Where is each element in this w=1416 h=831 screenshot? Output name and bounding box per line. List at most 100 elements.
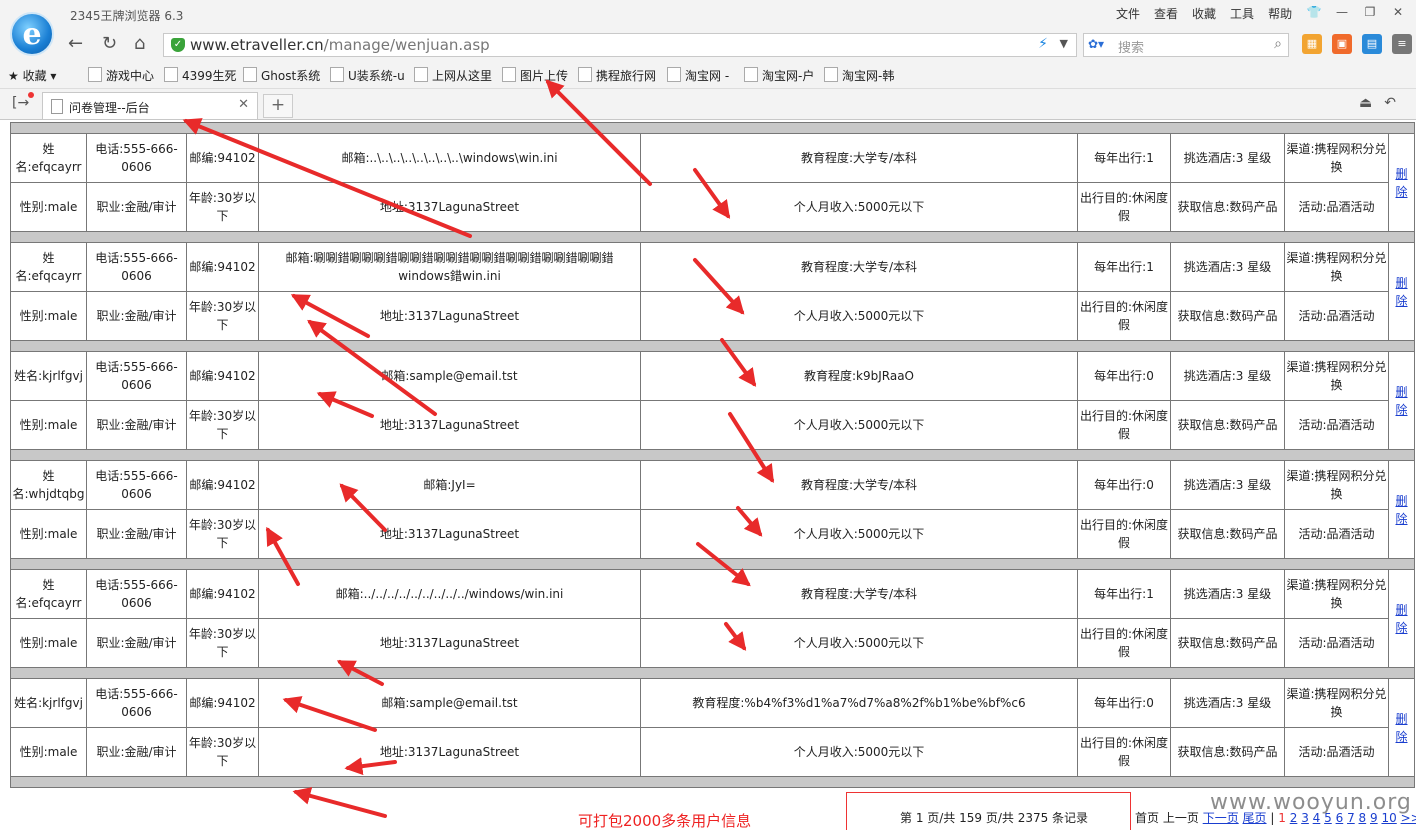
table-cell: 获取信息:数码产品 (1170, 618, 1285, 668)
bookmark-item[interactable]: 淘宝网-户 (744, 67, 814, 84)
record-separator (9, 340, 1416, 352)
delete-link[interactable]: 删除 (1396, 492, 1408, 528)
delete-cell: 删除 (1387, 242, 1416, 341)
table-cell: 渠道:携程网积分兑换 (1284, 242, 1389, 292)
undo-icon[interactable]: ↶ (1384, 95, 1408, 111)
back-icon[interactable]: ← (68, 33, 83, 54)
bookmark-item[interactable]: U装系统-u (330, 67, 405, 84)
table-cell: 每年出行:1 (1077, 133, 1171, 183)
bookmark-item[interactable]: 淘宝网 - (667, 67, 729, 84)
secure-shield-icon: ✓ (171, 38, 185, 52)
table-cell: 每年出行:0 (1077, 678, 1171, 728)
search-box[interactable]: ✿▾ 搜索 ⌕ (1083, 33, 1289, 57)
menu-item-favorites[interactable]: 收藏 (1192, 5, 1216, 22)
table-cell: 姓名:whjdtqbg (10, 460, 87, 510)
bookmark-item[interactable]: 淘宝网-韩 (824, 67, 894, 84)
browser-logo-icon[interactable]: e (10, 12, 54, 56)
home-icon[interactable]: ⌂ (134, 33, 145, 54)
delete-cell: 删除 (1387, 569, 1416, 668)
table-cell: 姓名:efqcayrr (10, 133, 87, 183)
search-input[interactable]: 搜索 (1118, 37, 1144, 56)
table-cell: 个人月收入:5000元以下 (640, 400, 1078, 450)
delete-link[interactable]: 删除 (1396, 601, 1408, 637)
table-cell: 电话:555-666-0606 (86, 678, 187, 728)
image-icon[interactable]: ▣ (1332, 34, 1352, 54)
address-url[interactable]: www.etraveller.cn/manage/wenjuan.asp (190, 36, 490, 54)
tab-tools: ⏏↶ (1359, 95, 1408, 111)
address-bar[interactable]: ✓ www.etraveller.cn/manage/wenjuan.asp ⚡… (163, 33, 1077, 57)
bookmark-item[interactable]: 图片上传 (502, 67, 568, 84)
table-row: 性别:male 职业:金融/审计 年龄:30岁以下 地址:3137LagunaStre… (10, 618, 1415, 668)
table-cell: 活动:品酒活动 (1284, 400, 1389, 450)
bookmark-item[interactable]: 4399生死 (164, 67, 237, 84)
minimize-icon[interactable]: — (1330, 2, 1354, 22)
new-tab-button[interactable]: + (263, 94, 293, 118)
restore-icon[interactable]: ❐ (1358, 2, 1382, 22)
sidebar-toggle-icon[interactable]: [→ (12, 92, 34, 111)
table-row: 性别:male 职业:金融/审计 年龄:30岁以下 地址:3137LagunaStre… (10, 400, 1415, 450)
bookmark-item[interactable]: 游戏中心 (88, 67, 154, 84)
delete-cell: 删除 (1387, 678, 1416, 777)
survey-records-table: 姓名:efqcayrr 电话:555-666-0606 邮编:94102 邮箱:..\… (9, 122, 1416, 788)
menu-item-view[interactable]: 查看 (1154, 5, 1178, 22)
page-content: 姓名:efqcayrr 电话:555-666-0606 邮编:94102 邮箱:..\… (0, 120, 1416, 830)
table-cell: 教育程度:大学专/本科 (640, 460, 1078, 510)
menu-item-file[interactable]: 文件 (1116, 5, 1140, 22)
table-cell: 教育程度:k9bJRaaO (640, 351, 1078, 401)
tab-active[interactable]: 问卷管理--后台 ✕ (42, 92, 258, 119)
delete-link[interactable]: 删除 (1396, 274, 1408, 310)
bookmark-item[interactable]: Ghost系统 (243, 67, 320, 84)
table-cell: 性别:male (10, 291, 87, 341)
bookmark-item[interactable]: 上网从这里 (414, 67, 492, 84)
table-cell: 出行目的:休闲度假 (1077, 618, 1171, 668)
table-cell: 每年出行:0 (1077, 460, 1171, 510)
menu-icon[interactable]: ≡ (1392, 34, 1412, 54)
table-cell: 职业:金融/审计 (86, 509, 187, 559)
table-row: 性别:male 职业:金融/审计 年龄:30岁以下 地址:3137LagunaStre… (10, 509, 1415, 559)
menu-item-tools[interactable]: 工具 (1230, 5, 1254, 22)
table-cell: 电话:555-666-0606 (86, 569, 187, 619)
table-cell: 每年出行:1 (1077, 242, 1171, 292)
separator-cell (9, 776, 1416, 788)
table-cell: 个人月收入:5000元以下 (640, 618, 1078, 668)
table-cell: 渠道:携程网积分兑换 (1284, 460, 1389, 510)
table-cell: 职业:金融/审计 (86, 618, 187, 668)
table-cell: 教育程度:大学专/本科 (640, 569, 1078, 619)
screenshot-icon[interactable]: ▤ (1362, 34, 1382, 54)
delete-link[interactable]: 删除 (1396, 165, 1408, 201)
table-cell: 教育程度:大学专/本科 (640, 133, 1078, 183)
menu-item-help[interactable]: 帮助 (1268, 5, 1292, 22)
tab-title: 问卷管理--后台 (69, 101, 150, 115)
search-icon[interactable]: ⌕ (1274, 36, 1282, 52)
tab-close-icon[interactable]: ✕ (238, 97, 249, 112)
close-icon[interactable]: ✕ (1386, 2, 1410, 22)
table-cell: 年龄:30岁以下 (186, 618, 259, 668)
table-cell: 邮编:94102 (186, 242, 259, 292)
table-cell: 出行目的:休闲度假 (1077, 727, 1171, 777)
bookmark-item[interactable]: 携程旅行网 (578, 67, 656, 84)
delete-link[interactable]: 删除 (1396, 383, 1408, 419)
record-separator (9, 558, 1416, 570)
table-cell: 邮编:94102 (186, 678, 259, 728)
lightning-icon[interactable]: ⚡ (1038, 36, 1048, 52)
table-cell: 渠道:携程网积分兑换 (1284, 133, 1389, 183)
pin-icon[interactable]: ⏏ (1359, 95, 1384, 111)
refresh-icon[interactable]: ↻ (102, 33, 117, 54)
table-cell: 姓名:kjrlfgvj (10, 351, 87, 401)
chevron-down-icon[interactable]: ▼ (1060, 37, 1068, 50)
search-engine-icon[interactable]: ✿▾ (1088, 37, 1104, 51)
watermark: www.wooyun.org (1210, 790, 1412, 815)
pager-prev: 上一页 (1162, 811, 1199, 825)
table-cell: 年龄:30岁以下 (186, 400, 259, 450)
delete-cell: 删除 (1387, 460, 1416, 559)
table-cell: 出行目的:休闲度假 (1077, 400, 1171, 450)
table-row: 性别:male 职业:金融/审计 年龄:30岁以下 地址:3137LagunaStre… (10, 727, 1415, 777)
window-controls: 👕 — ❐ ✕ (1302, 2, 1410, 22)
record-separator (9, 776, 1416, 788)
delete-link[interactable]: 删除 (1396, 710, 1408, 746)
table-cell: 挑选酒店:3 星级 (1170, 460, 1285, 510)
favorites-button[interactable]: ★ 收藏 ▾ (8, 67, 56, 84)
apps-icon[interactable]: ▦ (1302, 34, 1322, 54)
table-cell: 教育程度:%b4%f3%d1%a7%d7%a8%2f%b1%be%bf%c6 (640, 678, 1078, 728)
skin-icon[interactable]: 👕 (1302, 2, 1326, 22)
